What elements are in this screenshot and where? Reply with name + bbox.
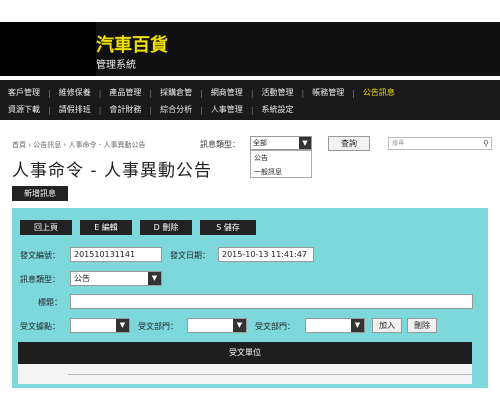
dept2-select[interactable]: ▼ (305, 318, 365, 333)
header-logo-area (0, 22, 96, 76)
filter-type-label: 訊息類型： (200, 140, 240, 149)
nav-item-online-store[interactable]: 網商管理 (203, 87, 251, 99)
breadcrumb[interactable]: 首頁 › 公告訊息 › 人事命令 - 人事異動公告 (12, 140, 145, 150)
page-title: 人事命令 - 人事異動公告 (12, 161, 212, 181)
remove-button[interactable]: 刪除 (407, 318, 437, 333)
search-input[interactable]: 搜尋 ⚲ (388, 137, 492, 150)
nav-item-settings[interactable]: 系統設定 (254, 104, 302, 116)
dept1-label: 受文部門： (138, 322, 178, 331)
divider (68, 374, 472, 375)
filter-option-announcement[interactable]: 公告 (251, 151, 311, 165)
edit-button[interactable]: E 編輯 (80, 220, 132, 235)
doc-date-field[interactable]: 2015-10-13 11:41:47 (218, 247, 314, 262)
nav-item-events[interactable]: 活動管理 (254, 87, 302, 99)
nav-item-downloads[interactable]: 資源下載 (0, 104, 48, 116)
nav-item-maintenance[interactable]: 維修保養 (51, 87, 99, 99)
msg-type-value: 公告 (74, 274, 90, 283)
msg-type-label: 訊息類型： (20, 275, 60, 284)
doc-no-field[interactable]: 201510131141 (70, 247, 162, 262)
nav-row-2: 資源下載 | 請假排班 | 會計財務 | 綜合分析 | 人事管理 | 系統設定 (0, 103, 302, 117)
recipient-label: 受文據點： (20, 322, 60, 331)
delete-button[interactable]: D 刪除 (140, 220, 192, 235)
filter-type-select[interactable]: 全部 ▼ (250, 136, 312, 150)
chevron-down-icon: ▼ (116, 319, 129, 332)
recipient-select[interactable]: ▼ (70, 318, 130, 333)
chevron-down-icon: ▼ (299, 137, 311, 149)
search-placeholder: 搜尋 (392, 140, 405, 147)
nav-item-leave-schedule[interactable]: 請假排班 (51, 104, 99, 116)
filter-option-general[interactable]: 一般訊息 (251, 165, 311, 179)
title-label: 標題： (38, 298, 62, 307)
chevron-down-icon: ▼ (233, 319, 246, 332)
nav-item-customers[interactable]: 客戶管理 (0, 87, 48, 99)
title-field[interactable] (70, 294, 473, 309)
back-button[interactable]: 回上頁 (20, 220, 72, 235)
query-button[interactable]: 查詢 (328, 136, 370, 151)
nav-item-announcements[interactable]: 公告訊息 (355, 87, 403, 99)
search-icon[interactable]: ⚲ (483, 138, 489, 149)
app-title: 汽車百貨 (96, 35, 168, 56)
doc-date-label: 發文日期： (170, 251, 210, 260)
nav-item-hr[interactable]: 人事管理 (203, 104, 251, 116)
nav-row-1: 客戶管理 | 維修保養 | 產品管理 | 採購倉管 | 網商管理 | 活動管理 | 帳務管理… (0, 86, 403, 100)
nav-item-purchasing[interactable]: 採購倉管 (152, 87, 200, 99)
add-button[interactable]: 加入 (372, 318, 402, 333)
nav-item-analytics[interactable]: 綜合分析 (152, 104, 200, 116)
dept1-select[interactable]: ▼ (187, 318, 247, 333)
chevron-down-icon: ▼ (148, 272, 161, 285)
chevron-down-icon: ▼ (351, 319, 364, 332)
app-subtitle: 管理系統 (96, 60, 136, 71)
nav-item-products[interactable]: 產品管理 (101, 87, 149, 99)
doc-no-label: 發文編號： (20, 251, 60, 260)
nav-item-accounts[interactable]: 帳務管理 (304, 87, 352, 99)
filter-type-dropdown: 公告 一般訊息 (250, 150, 312, 178)
nav-item-finance[interactable]: 會計財務 (101, 104, 149, 116)
recipient-units-header: 受文單位 (18, 342, 472, 364)
filter-type-value: 全部 (253, 139, 267, 147)
save-button[interactable]: S 儲存 (200, 220, 256, 235)
new-message-button[interactable]: 新增訊息 (12, 186, 68, 201)
msg-type-select[interactable]: 公告 ▼ (70, 271, 162, 286)
dept2-label: 受文部門： (255, 322, 295, 331)
